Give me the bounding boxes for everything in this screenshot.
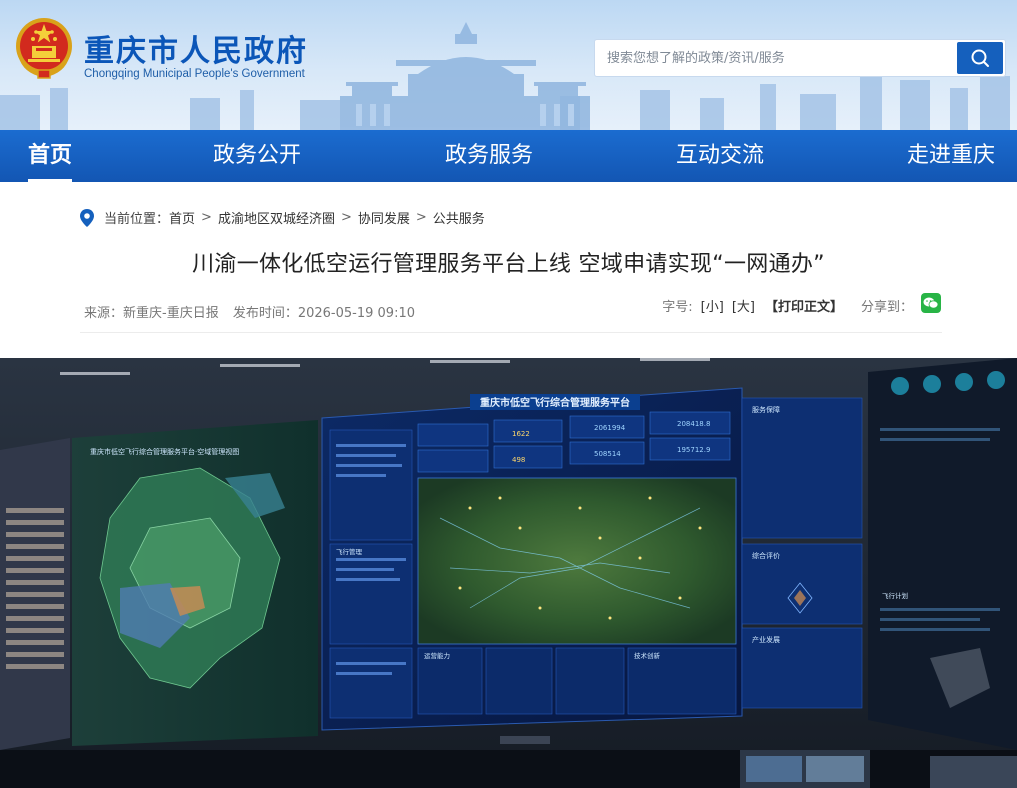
stat-value: 498 xyxy=(512,456,525,464)
breadcrumb-separator: > xyxy=(415,210,427,225)
breadcrumb-item-home[interactable]: 首页 xyxy=(169,208,195,227)
nav-item-about-chongqing[interactable]: 走进重庆 xyxy=(907,130,995,182)
share-label: 分享到： xyxy=(860,300,913,315)
article-photo: 重庆市低空飞行综合管理服务平台·空域管理视图 重庆市低空飞行综合管理服务平台 2… xyxy=(0,358,1017,788)
stat-value: 195712.9 xyxy=(677,446,710,454)
article-title: 川渝一体化低空运行管理服务平台上线 空域申请实现“一网通办” xyxy=(192,252,825,277)
location-pin-icon xyxy=(80,208,94,227)
stat-value: 2061994 xyxy=(594,424,626,432)
breadcrumb-separator: > xyxy=(340,210,352,225)
panel-label: 服务保障 xyxy=(752,405,780,414)
panel-label: 产业发展 xyxy=(752,635,780,644)
nav-item-home[interactable]: 首页 xyxy=(28,130,73,182)
print-button[interactable]: 【打印正文】 xyxy=(765,296,843,315)
left-screen-title: 重庆市低空飞行综合管理服务平台·空域管理视图 xyxy=(90,447,239,456)
panel-label: 综合评价 xyxy=(752,551,780,560)
breadcrumb-separator: > xyxy=(201,210,212,225)
font-large-button[interactable]: [大] xyxy=(732,296,755,315)
national-emblem-icon xyxy=(16,18,72,79)
nav-item-interaction[interactable]: 互动交流 xyxy=(676,130,764,182)
nav-item-government-services[interactable]: 政务服务 xyxy=(445,130,533,182)
screen-title: 重庆市低空飞行综合管理服务平台 xyxy=(480,396,630,409)
stat-value: 508514 xyxy=(594,450,621,458)
breadcrumb-item-chengyu[interactable]: 成渝地区双城经济圈 xyxy=(218,208,335,227)
control-room-image: 重庆市低空飞行综合管理服务平台·空域管理视图 重庆市低空飞行综合管理服务平台 2… xyxy=(0,358,1017,788)
breadcrumb: 当前位置： 首页 > 成渝地区双城经济圈 > 协同发展 > 公共服务 xyxy=(80,208,485,227)
search-icon xyxy=(971,49,989,67)
panel-label: 运营能力 xyxy=(424,651,450,660)
breadcrumb-item-public-service[interactable]: 公共服务 xyxy=(433,208,485,227)
font-small-button[interactable]: [小] xyxy=(701,296,724,315)
article-source: 来源：新重庆-重庆日报 xyxy=(84,306,219,321)
breadcrumb-item-collaboration[interactable]: 协同发展 xyxy=(358,208,410,227)
search-input[interactable] xyxy=(595,40,957,76)
panel-label: 飞行管理 xyxy=(336,547,363,556)
breadcrumb-prefix: 当前位置： xyxy=(104,212,170,227)
search-button[interactable] xyxy=(957,42,1003,74)
font-size-label: 字号: xyxy=(662,300,693,315)
article-publish-time: 发布时间：2026-05-19 09:10 xyxy=(232,306,415,321)
article-header: 当前位置： 首页 > 成渝地区双城经济圈 > 协同发展 > 公共服务 川渝一体化… xyxy=(0,182,1017,350)
main-nav: 首页 政务公开 政务服务 互动交流 走进重庆 xyxy=(0,130,1017,182)
article-tools: 字号: [小] [大] 【打印正文】 分享到： xyxy=(662,292,941,315)
stat-value: 208418.8 xyxy=(677,420,710,428)
meta-divider xyxy=(80,332,942,333)
panel-label: 飞行计划 xyxy=(882,591,908,600)
article-meta: 来源：新重庆-重庆日报 发布时间：2026-05-19 09:10 xyxy=(84,302,415,321)
nav-item-government-affairs[interactable]: 政务公开 xyxy=(213,130,301,182)
panel-label: 技术创新 xyxy=(634,651,661,660)
search-box xyxy=(594,39,1006,77)
site-name-english[interactable]: Chongqing Municipal People's Government xyxy=(84,68,305,80)
wechat-icon xyxy=(923,297,939,309)
header-banner: 重庆市人民政府 Chongqing Municipal People's Gov… xyxy=(0,0,1017,130)
stat-value: 1622 xyxy=(512,430,530,438)
site-name[interactable]: 重庆市人民政府 xyxy=(84,26,308,70)
wechat-share-button[interactable] xyxy=(921,292,941,313)
